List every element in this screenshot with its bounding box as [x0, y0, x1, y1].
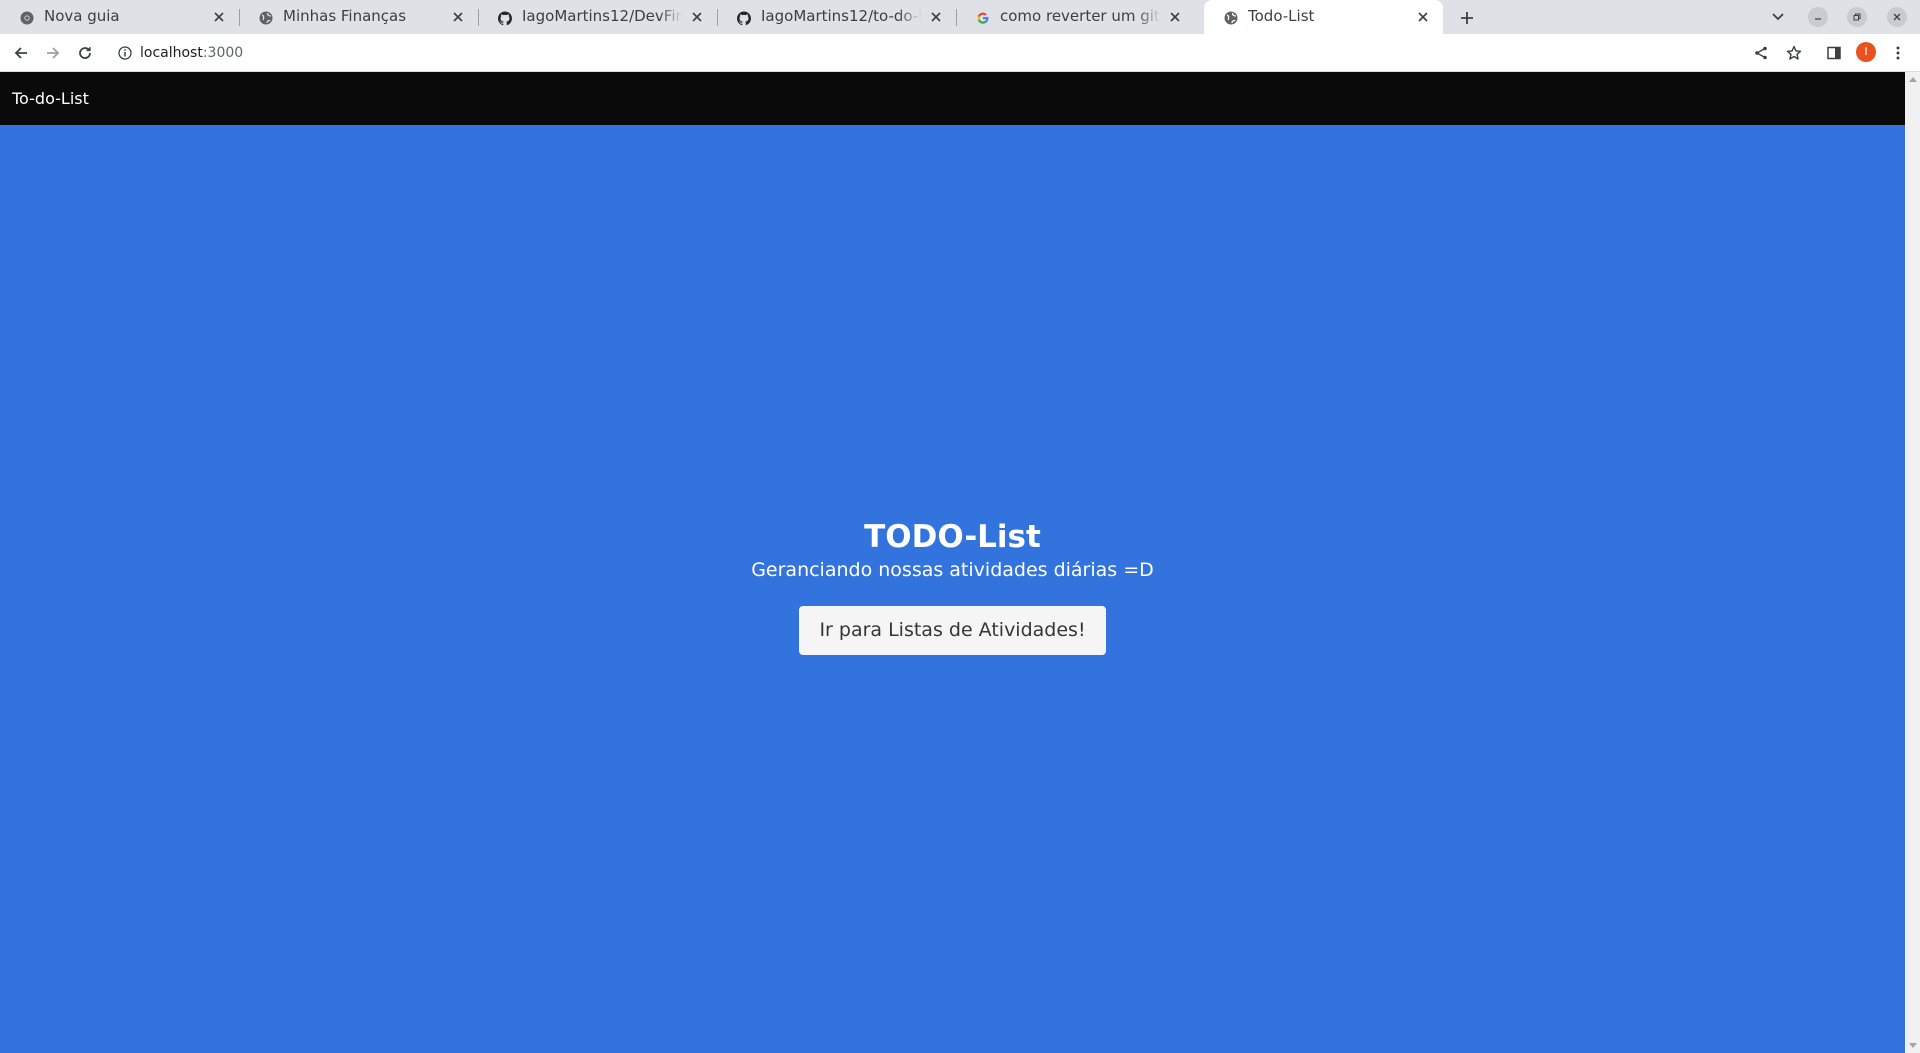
tab-title: IagoMartins12/DevFinances [522, 7, 683, 25]
close-icon[interactable] [928, 9, 944, 25]
site-info-icon[interactable] [113, 41, 137, 65]
star-icon [1786, 45, 1802, 60]
restore-icon [1853, 13, 1861, 21]
close-icon [1893, 13, 1901, 21]
bookmark-button[interactable] [1782, 41, 1806, 65]
menu-button[interactable] [1886, 41, 1910, 65]
navbar: To-do-List [0, 72, 1905, 125]
github-icon [737, 11, 751, 25]
forward-button[interactable] [41, 41, 65, 65]
close-icon[interactable] [1167, 9, 1183, 25]
minimize-icon [1815, 18, 1821, 20]
address-bar[interactable]: localhost:3000 [140, 42, 243, 64]
tab-title: Minhas Finanças [283, 7, 407, 25]
github-icon [498, 11, 512, 25]
tab-title: Nova guia [44, 7, 120, 25]
tab-google-search[interactable]: como reverter um git add [956, 0, 1195, 34]
tab-title: IagoMartins12/to-do-list [761, 7, 922, 25]
scroll-down-arrow-icon[interactable] [1909, 1043, 1917, 1048]
tab-todo-list[interactable]: Todo-List [1204, 0, 1443, 34]
url-host: localhost [140, 45, 203, 61]
hero-subtitle: Geranciando nossas atividades diárias =D [751, 559, 1154, 581]
hero-title: TODO-List [864, 519, 1041, 555]
tab-nova-guia[interactable]: Nova guia [0, 0, 240, 34]
close-icon[interactable] [689, 9, 705, 25]
restore-button[interactable] [1847, 7, 1867, 27]
arrow-left-icon [14, 47, 27, 59]
tab-strip: Nova guia Minhas Finanças IagoMartins12/… [0, 0, 1920, 34]
close-icon[interactable] [211, 9, 227, 25]
kebab-menu-icon [1896, 46, 1900, 60]
navbar-brand-link[interactable]: To-do-List [12, 72, 89, 125]
share-button[interactable] [1749, 41, 1773, 65]
google-icon [976, 11, 990, 25]
profile-avatar[interactable]: I [1856, 42, 1876, 62]
arrow-right-icon [47, 47, 60, 59]
globe-icon [1224, 11, 1238, 25]
share-icon [1755, 46, 1767, 60]
tab-minhas-financas[interactable]: Minhas Finanças [239, 0, 479, 34]
tab-title: como reverter um git add [1000, 7, 1161, 25]
page-viewport: To-do-List TODO-List Geranciando nossas … [0, 72, 1905, 1053]
page-scrollbar[interactable] [1905, 72, 1920, 1053]
tab-devfinances[interactable]: IagoMartins12/DevFinances [478, 0, 718, 34]
browser-toolbar: localhost:3000 I [0, 34, 1920, 72]
minimize-button[interactable] [1808, 7, 1828, 27]
close-window-button[interactable] [1887, 7, 1907, 27]
reload-button[interactable] [73, 41, 97, 65]
reload-icon [79, 47, 91, 59]
close-icon[interactable] [450, 9, 466, 25]
tab-to-do-list-repo[interactable]: IagoMartins12/to-do-list [717, 0, 957, 34]
tab-search-button[interactable] [1768, 7, 1788, 27]
side-panel-icon [1827, 46, 1841, 60]
go-to-lists-button[interactable]: Ir para Listas de Atividades! [799, 606, 1106, 655]
hero-section: TODO-List Geranciando nossas atividades … [0, 517, 1905, 655]
close-icon[interactable] [1415, 9, 1431, 25]
back-button[interactable] [9, 41, 33, 65]
chevron-down-icon [1772, 13, 1784, 21]
plus-icon [1461, 12, 1473, 24]
chrome-icon [20, 11, 34, 25]
tab-title: Todo-List [1248, 7, 1315, 25]
url-port: :3000 [202, 45, 244, 61]
side-panel-button[interactable] [1822, 41, 1846, 65]
globe-icon [259, 11, 273, 25]
scroll-up-arrow-icon[interactable] [1909, 77, 1917, 82]
new-tab-button[interactable] [1454, 5, 1480, 31]
